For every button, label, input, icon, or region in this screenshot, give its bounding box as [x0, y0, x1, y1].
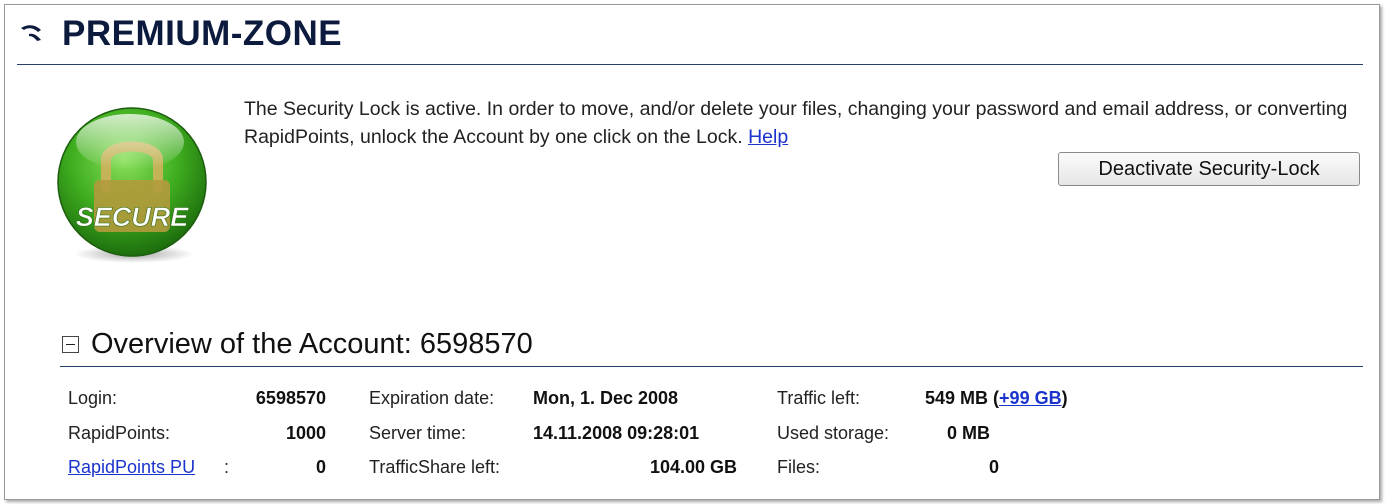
- traffic-left-group: 549 MB (+99 GB): [925, 388, 1068, 409]
- help-link[interactable]: Help: [748, 126, 788, 148]
- collapse-toggle-icon[interactable]: [62, 336, 79, 353]
- files-value: 0: [988, 457, 999, 477]
- security-lock-notice: The Security Lock is active. In order to…: [244, 95, 1354, 151]
- server-time-label: Server time:: [369, 423, 467, 443]
- rapidpoints-pu-link[interactable]: RapidPoints PU: [68, 457, 195, 478]
- trafficshare-value: 104.00 GB: [649, 457, 737, 477]
- overview-divider: [60, 366, 1363, 367]
- traffic-left-value: 549 MB: [925, 388, 989, 408]
- server-time-value: 14.11.2008 09:28:01: [533, 423, 700, 443]
- trafficshare-label: TrafficShare left:: [369, 457, 501, 477]
- deactivate-security-lock-button[interactable]: Deactivate Security-Lock: [1058, 152, 1360, 186]
- rapidpoints-label: RapidPoints:: [68, 423, 171, 443]
- rapidpoints-value: 1000: [285, 423, 326, 443]
- traffic-left-close-paren: ): [1061, 388, 1068, 408]
- overview-section-header: Overview of the Account: 6598570: [62, 328, 533, 361]
- overview-title: Overview of the Account: 6598570: [91, 328, 533, 360]
- page-title: PREMIUM-ZONE: [62, 14, 343, 53]
- login-label: Login:: [68, 388, 118, 408]
- login-value: 6598570: [255, 388, 326, 408]
- security-lock-message: The Security Lock is active. In order to…: [244, 98, 1348, 148]
- files-label: Files:: [777, 457, 821, 477]
- used-storage-value: 0 MB: [947, 423, 991, 443]
- header-divider: [17, 64, 1363, 65]
- used-storage-label: Used storage:: [777, 423, 890, 443]
- buy-traffic-link[interactable]: +99 GB: [999, 388, 1062, 408]
- traffic-left-label: Traffic left:: [777, 388, 861, 408]
- security-lock-icon[interactable]: SECURE: [50, 102, 214, 266]
- rapidpoints-pu-colon: :: [224, 457, 230, 477]
- expiration-value: Mon, 1. Dec 2008: [533, 388, 679, 408]
- brand-swoosh-icon: [21, 25, 41, 41]
- expiration-label: Expiration date:: [369, 388, 495, 408]
- secure-badge-text: SECURE: [76, 202, 190, 232]
- rapidpoints-pu-value: 0: [315, 457, 326, 477]
